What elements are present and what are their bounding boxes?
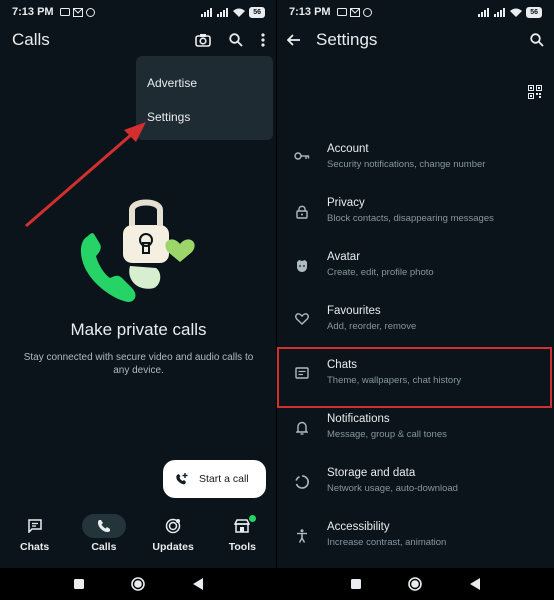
phone-icon (97, 520, 110, 533)
mail-notification-icon (72, 7, 83, 17)
settings-item-title: Storage and data (327, 467, 416, 479)
settings-item-chats[interactable]: Chats Theme, wallpapers, chat history (277, 351, 554, 405)
settings-item-avatar[interactable]: Avatar Create, edit, profile photo (277, 243, 554, 297)
signal-icon-2 (217, 7, 229, 17)
bottom-navigation: Chats Calls Updates Tools (0, 514, 277, 568)
add-call-icon (176, 473, 188, 485)
tab-tools[interactable]: Tools (212, 514, 272, 568)
system-navigation-bar-right (277, 568, 554, 600)
lock-icon (296, 205, 308, 219)
tools-icon (234, 519, 251, 533)
settings-item-subtitle: Theme, wallpapers, chat history (327, 375, 462, 386)
menu-item-settings[interactable]: Settings (136, 100, 273, 134)
avatar-icon (297, 260, 307, 272)
app-notification-icon (85, 7, 95, 17)
settings-item-title: Notifications (327, 413, 390, 425)
home-icon[interactable] (408, 577, 423, 591)
settings-screen: 7:13 PM 56 Settings Account Security noti… (277, 0, 554, 600)
status-time: 7:13 PM (12, 6, 54, 18)
chat-icon (27, 519, 42, 533)
battery-indicator-right: 56 (526, 6, 542, 18)
tab-label-calls: Calls (91, 541, 117, 553)
private-calls-illustration (80, 199, 195, 302)
back-icon[interactable] (193, 578, 204, 590)
signal-icon (201, 7, 213, 17)
status-bar: 7:13 PM 56 (0, 0, 277, 24)
recents-icon[interactable] (350, 579, 361, 589)
tab-label-chats: Chats (20, 541, 50, 553)
settings-item-title: Chats (327, 359, 358, 371)
status-bar-right: 7:13 PM 56 (277, 0, 554, 24)
recents-icon[interactable] (73, 579, 84, 589)
settings-item-subtitle: Add, reorder, remove (327, 321, 417, 332)
camera-icon[interactable] (195, 33, 211, 47)
back-arrow-icon[interactable] (287, 34, 301, 46)
settings-list: Account Security notifications, change nu… (277, 135, 554, 567)
settings-item-storage[interactable]: Storage and data Network usage, auto-down… (277, 459, 554, 513)
tab-label-tools: Tools (228, 541, 256, 553)
settings-item-title: Favourites (327, 305, 381, 317)
settings-item-subtitle: Block contacts, disappearing messages (327, 213, 494, 224)
chat-icon (295, 367, 309, 379)
overflow-menu: Advertise Settings (136, 56, 273, 140)
settings-item-account[interactable]: Account Security notifications, change nu… (277, 135, 554, 189)
settings-item-title: Privacy (327, 197, 365, 209)
signal-icon (478, 7, 490, 17)
app-notification-icon (362, 7, 372, 17)
qr-code-icon[interactable] (528, 85, 542, 99)
heart-icon (295, 313, 309, 325)
tab-chats[interactable]: Chats (5, 514, 65, 568)
message-notification-icon (336, 7, 347, 16)
wifi-icon (510, 8, 523, 17)
bell-icon (296, 421, 308, 435)
tab-label-updates: Updates (152, 541, 194, 553)
battery-indicator: 56 (249, 6, 265, 18)
settings-item-title: Avatar (327, 251, 361, 263)
system-navigation-bar (0, 568, 277, 600)
tab-updates[interactable]: Updates (143, 514, 203, 568)
settings-header: Settings (277, 24, 554, 56)
notification-icons (59, 7, 95, 17)
page-title: Calls (12, 30, 50, 49)
tools-notification-dot (249, 515, 257, 522)
start-call-label: Start a call (199, 473, 249, 485)
system-icons-right: 56 (478, 6, 542, 18)
search-icon[interactable] (530, 33, 544, 47)
settings-item-subtitle: Network usage, auto-download (327, 483, 458, 494)
start-call-button[interactable]: Start a call (163, 460, 266, 498)
menu-item-advertise[interactable]: Advertise (136, 66, 273, 100)
settings-item-favourites[interactable]: Favourites Add, reorder, remove (277, 297, 554, 351)
back-icon[interactable] (470, 578, 481, 590)
calls-header: Calls (0, 24, 277, 56)
message-notification-icon (59, 7, 70, 16)
home-icon[interactable] (131, 577, 146, 591)
status-time-right: 7:13 PM (289, 6, 331, 18)
signal-icon-2 (494, 7, 506, 17)
settings-item-title: Account (327, 143, 369, 155)
search-icon[interactable] (229, 33, 243, 47)
updates-icon (165, 518, 181, 534)
settings-item-privacy[interactable]: Privacy Block contacts, disappearing mess… (277, 189, 554, 243)
settings-item-subtitle: Create, edit, profile photo (327, 267, 434, 278)
settings-item-notifications[interactable]: Notifications Message, group & call tones (277, 405, 554, 459)
settings-item-accessibility[interactable]: Accessibility Increase contrast, animatio… (277, 513, 554, 567)
settings-item-subtitle: Security notifications, change number (327, 159, 486, 170)
tab-calls[interactable]: Calls (74, 514, 134, 568)
mail-notification-icon (349, 7, 360, 17)
calls-screen: 7:13 PM 56 Calls Advertise Settings Make… (0, 0, 277, 600)
accessibility-icon (297, 529, 307, 543)
system-icons: 56 (201, 6, 265, 18)
key-icon (294, 152, 310, 160)
wifi-icon (233, 8, 246, 17)
page-title-settings: Settings (316, 30, 378, 49)
settings-item-title: Accessibility (327, 521, 390, 533)
settings-item-subtitle: Message, group & call tones (327, 429, 447, 440)
notification-icons-right (336, 7, 372, 17)
more-options-icon[interactable] (261, 33, 265, 47)
empty-state-title: Make private calls (70, 320, 207, 339)
settings-item-subtitle: Increase contrast, animation (327, 537, 447, 548)
storage-icon (295, 475, 309, 489)
empty-state-subtitle: Stay connected with secure video and aud… (23, 352, 254, 376)
